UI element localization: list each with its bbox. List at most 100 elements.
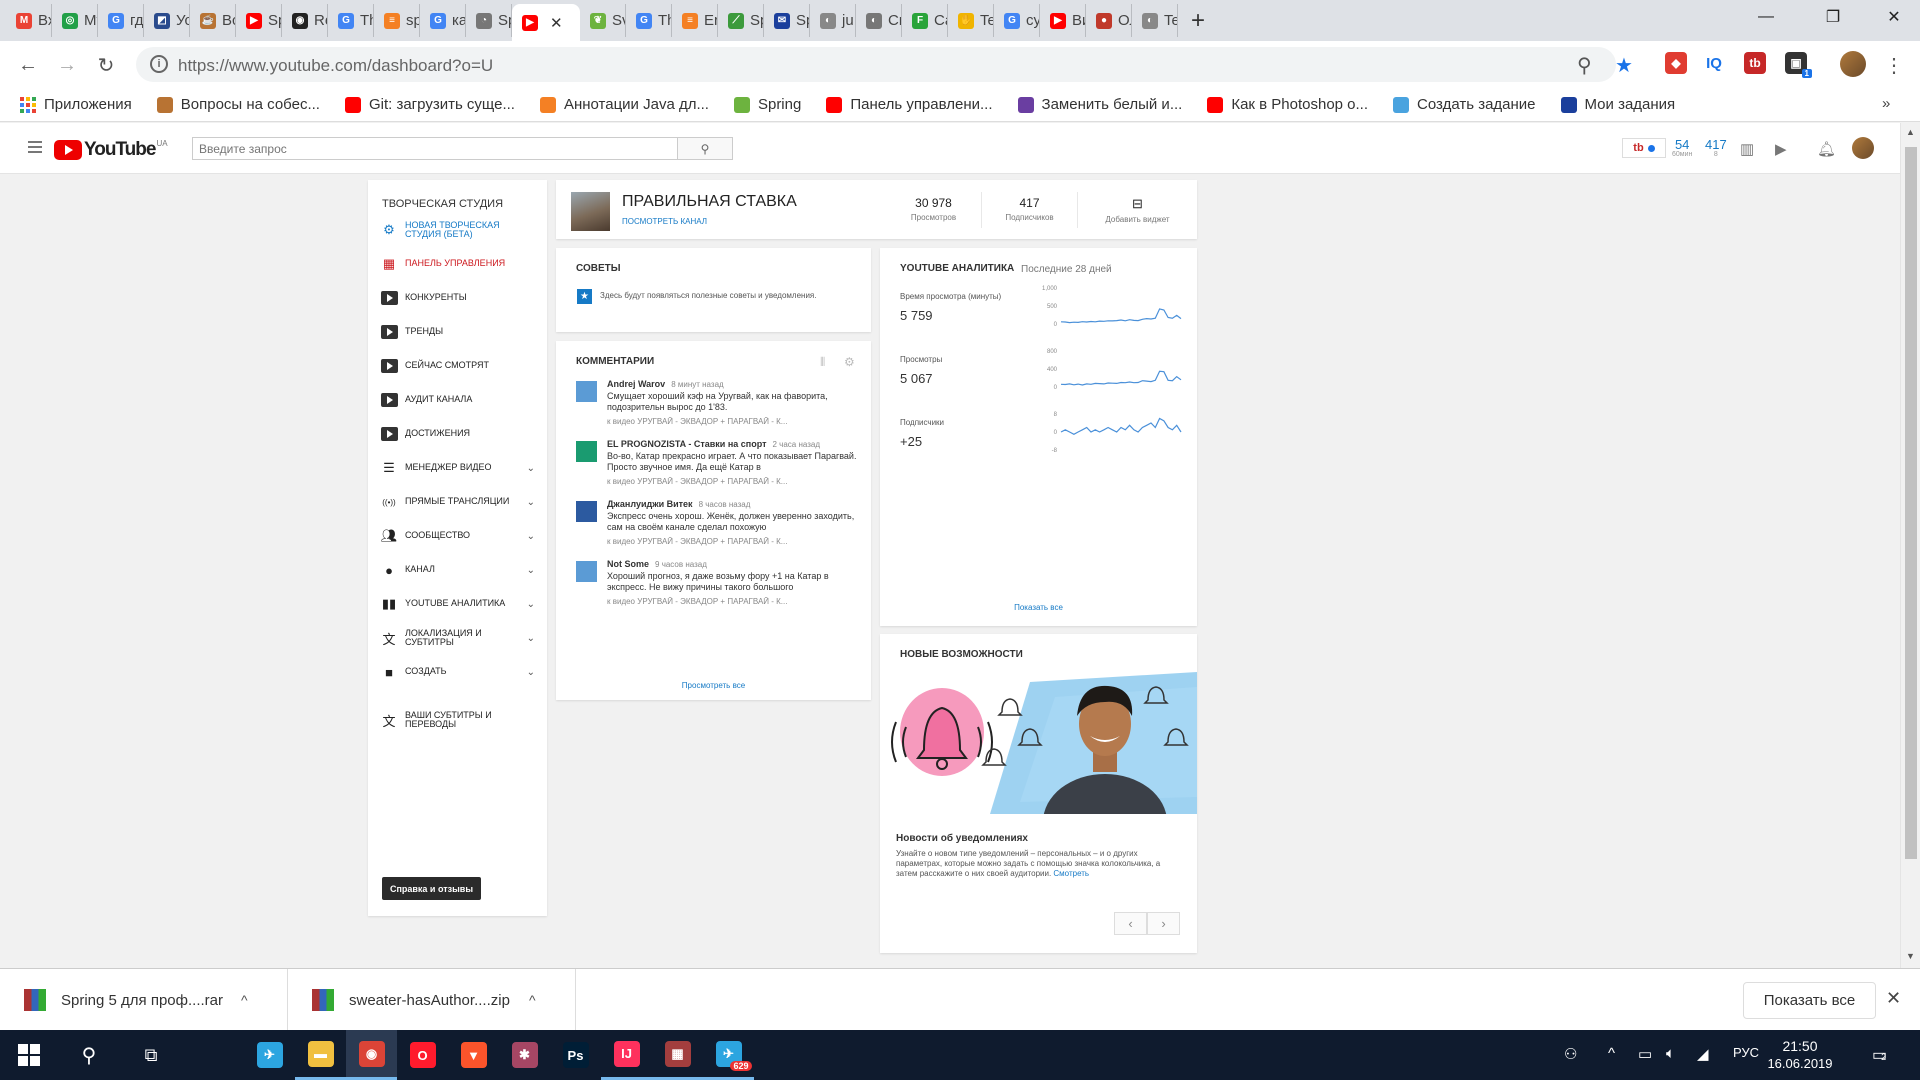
browser-tab[interactable]: Gгд	[98, 4, 144, 37]
header-stat-views[interactable]: 54 60мин	[1672, 138, 1692, 158]
browser-tab[interactable]: ◩ Ус	[144, 4, 190, 37]
tray-chevron-up-icon[interactable]: ^	[1608, 1045, 1615, 1062]
taskbar-app-photoshop[interactable]: Ps	[550, 1030, 601, 1080]
comment-author[interactable]: EL PROGNOZISTA - Ставки на спорт 2 часа н…	[607, 439, 857, 449]
analytics-metric[interactable]: Подписчики +25 8 0 -8	[900, 412, 1190, 474]
comment-author[interactable]: Not Some 9 часов назад	[607, 559, 857, 569]
commenter-avatar[interactable]	[576, 381, 597, 402]
comment-item[interactable]: Andrej Warov 8 минут назад Смущает хороший…	[576, 379, 856, 439]
commenter-avatar[interactable]	[576, 501, 597, 522]
bookmark-item[interactable]: Spring	[733, 96, 801, 113]
analytics-metric[interactable]: Просмотры 5 067 800 400 0	[900, 349, 1190, 411]
browser-tab[interactable]: G Th	[328, 4, 374, 37]
search-input[interactable]	[192, 137, 678, 160]
browser-tab[interactable]: ▶ Ви	[1040, 4, 1086, 37]
sidebar-item[interactable]: ● КАНАЛ ⌄	[380, 557, 535, 583]
browser-tab[interactable]: Gка	[420, 4, 466, 37]
new-tab-button[interactable]: +	[1178, 4, 1218, 37]
chevron-down-icon[interactable]: ⌄	[527, 531, 535, 542]
taskbar-app-telegram-2[interactable]: ✈ 629	[703, 1030, 754, 1080]
extension-cube-icon[interactable]: ▣ 1	[1785, 52, 1812, 78]
taskbar-app-opera[interactable]: O	[397, 1030, 448, 1080]
comment-video-link[interactable]: к видео УРУГВАЙ - ЭКВАДОР + ПАРАГВАЙ - К…	[607, 597, 857, 606]
forward-icon[interactable]: →	[53, 51, 81, 79]
comment-item[interactable]: EL PROGNOZISTA - Ставки на спорт 2 часа н…	[576, 439, 856, 499]
sidebar-item[interactable]: КОНКУРЕНТЫ	[380, 285, 535, 311]
next-arrow-button[interactable]: ›	[1147, 912, 1180, 935]
browser-tab[interactable]: ❦ Sv	[580, 4, 626, 37]
sidebar-item[interactable]: ТРЕНДЫ	[380, 319, 535, 345]
close-window-icon[interactable]: ✕	[1868, 0, 1920, 34]
sidebar-item[interactable]: 文 ВАШИ СУБТИТРЫ И ПЕРЕВОДЫ	[380, 707, 535, 733]
bookmark-item[interactable]: Git: загрузить суще...	[344, 96, 515, 113]
browser-tab[interactable]: ▶ ✕	[512, 4, 580, 41]
task-view-icon[interactable]: ⧉	[120, 1030, 182, 1080]
url-text[interactable]: https://www.youtube.com/dashboard?o=U	[178, 56, 493, 76]
browser-tab[interactable]: ◉ Re	[282, 4, 328, 37]
add-widget-button[interactable]: ⊟ Добавить виджет	[1078, 192, 1197, 228]
sidebar-item[interactable]: ▦ ПАНЕЛЬ УПРАВЛЕНИЯ	[380, 251, 535, 277]
chevron-down-icon[interactable]: ⌄	[527, 599, 535, 610]
browser-tab[interactable]: ◐ ju	[810, 4, 856, 37]
system-clock[interactable]: 21:50 16.06.2019	[1760, 1037, 1840, 1073]
browser-tab[interactable]: ◔ Sp	[466, 4, 512, 37]
people-icon[interactable]: ⚇	[1564, 1045, 1577, 1063]
network-icon[interactable]: ◢	[1697, 1045, 1709, 1063]
browser-tab[interactable]: ⟋ Sp	[718, 4, 764, 37]
action-center-icon[interactable]: ▭2	[1872, 1045, 1887, 1065]
sidebar-item[interactable]: ДОСТИЖЕНИЯ	[380, 421, 535, 447]
battery-icon[interactable]: ▭	[1638, 1045, 1652, 1063]
browser-tab[interactable]: F Ca	[902, 4, 948, 37]
profile-avatar[interactable]	[1840, 51, 1866, 77]
browser-tab[interactable]: ≡ Er	[672, 4, 718, 37]
browser-menu-icon[interactable]: ⋮	[1880, 51, 1908, 79]
bookmark-item[interactable]: Заменить белый и...	[1017, 96, 1182, 113]
chevron-down-icon[interactable]: ⌄	[527, 667, 535, 678]
close-icon[interactable]: ✕	[1886, 988, 1901, 1009]
bookmark-item[interactable]: Приложения	[20, 96, 132, 113]
volume-icon[interactable]: 🔈︎	[1666, 1045, 1675, 1062]
extension-tb-icon[interactable]: tb	[1744, 52, 1766, 74]
extension-iq-icon[interactable]: IQ	[1703, 52, 1725, 74]
taskbar-app-explorer[interactable]: ▬	[295, 1030, 346, 1080]
sidebar-item[interactable]: 文 ЛОКАЛИЗАЦИЯ И СУБТИТРЫ ⌄	[380, 625, 535, 651]
bookmark-item[interactable]: Мои задания	[1560, 96, 1675, 113]
sidebar-item[interactable]: 👥︎ СООБЩЕСТВО ⌄	[380, 523, 535, 549]
sidebar-item[interactable]: СЕЙЧАС СМОТРЯТ	[380, 353, 535, 379]
sidebar-item[interactable]: ▮▮ YOUTUBE АНАЛИТИКА ⌄	[380, 591, 535, 617]
chevron-down-icon[interactable]: ⌄	[527, 633, 535, 644]
address-bar[interactable]: i https://www.youtube.com/dashboard?o=U …	[136, 47, 1633, 82]
browser-tab[interactable]: G Th	[626, 4, 672, 37]
download-item[interactable]: sweater-hasAuthor....zip ^	[288, 969, 576, 1031]
sidebar-item[interactable]: ■ СОЗДАТЬ ⌄	[380, 659, 535, 685]
comment-video-link[interactable]: к видео УРУГВАЙ - ЭКВАДОР + ПАРАГВАЙ - К…	[607, 417, 857, 426]
browser-tab[interactable]: ✉ Sp	[764, 4, 810, 37]
chevron-up-icon[interactable]: ^	[529, 992, 536, 1008]
chevron-down-icon[interactable]: ⌄	[527, 565, 535, 576]
scroll-down-icon[interactable]: ▼	[1906, 951, 1915, 961]
site-info-icon[interactable]: i	[150, 55, 168, 73]
browser-tab[interactable]: ☕ Вс	[190, 4, 236, 37]
view-channel-link[interactable]: ПОСМОТРЕТЬ КАНАЛ	[622, 217, 707, 226]
channel-avatar[interactable]	[571, 192, 610, 231]
taskbar-app-bug-app[interactable]: ✱	[499, 1030, 550, 1080]
search-icon[interactable]: ⚲	[58, 1030, 120, 1080]
browser-tab[interactable]: M Вх	[6, 4, 52, 37]
sidebar-item[interactable]: АУДИТ КАНАЛА	[380, 387, 535, 413]
browser-tab[interactable]: ✋ Te	[948, 4, 994, 37]
chevron-down-icon[interactable]: ⌄	[527, 497, 535, 508]
scroll-up-icon[interactable]: ▲	[1906, 127, 1915, 137]
sidebar-item[interactable]: ☰ МЕНЕДЖЕР ВИДЕО ⌄	[380, 455, 535, 481]
taskbar-app-winrar[interactable]: ▦	[652, 1030, 703, 1080]
account-avatar[interactable]	[1852, 137, 1874, 159]
browser-tab[interactable]: ● Ол	[1086, 4, 1132, 37]
page-scrollbar[interactable]: ▲ ▼	[1900, 123, 1920, 968]
browser-tab[interactable]: ◎ My	[52, 4, 98, 37]
analytics-metric[interactable]: Время просмотра (минуты) 5 759 1,000 500 0	[900, 286, 1190, 348]
browser-tab[interactable]: Gcy	[994, 4, 1040, 37]
commenter-avatar[interactable]	[576, 561, 597, 582]
comment-item[interactable]: Not Some 9 часов назад Хороший прогноз, я …	[576, 559, 856, 619]
search-button[interactable]: ⚲	[678, 137, 733, 160]
comment-author[interactable]: Джанлуиджи Витек 8 часов назад	[607, 499, 857, 509]
browser-tab[interactable]: ≡ sp	[374, 4, 420, 37]
